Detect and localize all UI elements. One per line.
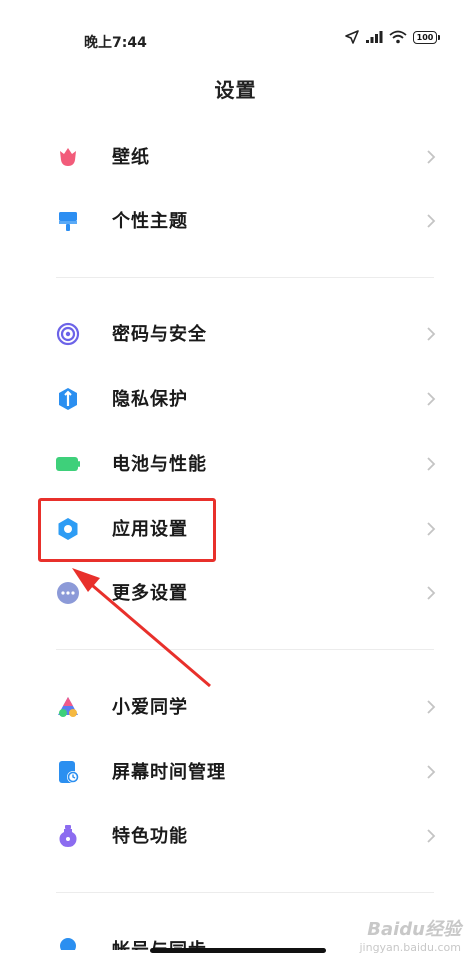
watermark-url: jingyan.baidu.com: [359, 941, 461, 954]
watermark: Baidu经验 jingyan.baidu.com: [359, 915, 461, 954]
annotation-arrow: [72, 568, 211, 688]
home-indicator[interactable]: [150, 948, 326, 953]
watermark-logo: Baidu经验: [367, 919, 461, 940]
